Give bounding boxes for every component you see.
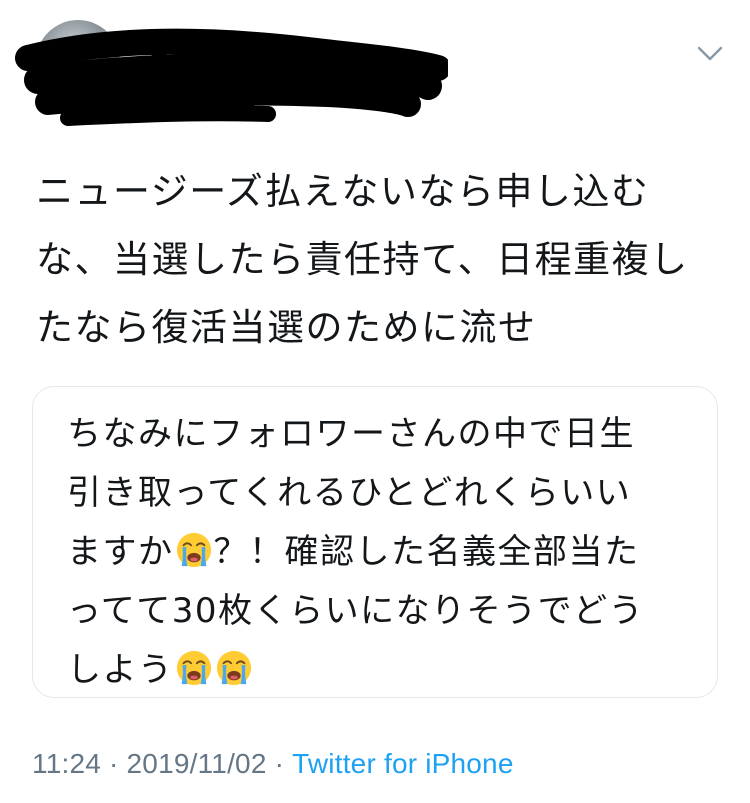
- tweet-time: 11:24: [32, 748, 101, 779]
- quote-line-3: ますか: [67, 532, 174, 572]
- quote-line-1: ちなみにフォロワーさんの中で日生: [67, 414, 635, 454]
- more-options-button[interactable]: [692, 40, 728, 68]
- crying-face-emoji: [175, 649, 213, 687]
- quote-line-5: しよう: [67, 650, 174, 690]
- quoted-tweet-card[interactable]: ちなみにフォロワーさんの中で日生 引き取ってくれるひとどれくらいい ますか ？！確…: [32, 386, 718, 698]
- quote-line-4: ってて30枚くらいになりそうでどう: [67, 591, 645, 631]
- crying-face-emoji: [215, 649, 253, 687]
- redacted-username-scribble: [15, 28, 448, 126]
- quote-line-2: 引き取ってくれるひとどれくらいい: [67, 473, 632, 513]
- crying-face-emoji: [175, 531, 213, 569]
- quote-line-3b: ？！確認した名義全部当た: [213, 532, 640, 572]
- tweet-text: ニュージーズ払えないなら申し込むな、当選したら責任持て、日程重複したなら復活当選…: [36, 170, 689, 349]
- tweet-header: [0, 0, 750, 130]
- quoted-tweet-text: ちなみにフォロワーさんの中で日生 引き取ってくれるひとどれくらいい ますか ？！確…: [67, 405, 687, 700]
- tweet-metadata: 11:24 · 2019/11/02 · Twitter for iPhone: [32, 748, 514, 780]
- tweet-date: 2019/11/02: [126, 748, 267, 779]
- tweet-detail: ニュージーズ払えないなら申し込むな、当選したら責任持て、日程重複したなら復活当選…: [0, 0, 750, 803]
- meta-separator: ·: [109, 748, 119, 779]
- meta-separator: ·: [274, 748, 285, 779]
- tweet-source-link[interactable]: Twitter for iPhone: [292, 748, 513, 779]
- chevron-down-icon: [697, 46, 723, 61]
